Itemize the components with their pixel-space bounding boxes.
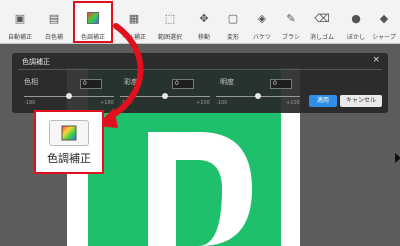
saturation-max-label: +100 — [196, 100, 210, 106]
tool-eraser[interactable]: ⌫ 消しゴム — [304, 3, 340, 42]
color-adjust-panel: 色調補正 × 色相 0 -180 +180 彩度 0 -100 +100 明度 … — [12, 53, 388, 113]
divider — [18, 69, 382, 70]
sharpen-icon: ◆ — [379, 11, 389, 25]
hue-label: 色相 — [24, 78, 38, 86]
close-icon[interactable]: × — [372, 55, 380, 65]
hue-value-field[interactable]: 0 — [80, 79, 102, 89]
tool-level-correct[interactable]: ▦ ベル補正 — [116, 3, 152, 42]
cursor-arrow-icon — [395, 153, 400, 163]
brightness-slider-handle[interactable] — [255, 93, 261, 99]
brightness-label: 明度 — [220, 78, 234, 86]
hue-slider-handle[interactable] — [66, 93, 72, 99]
tool-auto-correct[interactable]: ▣ 自動補正 — [2, 3, 38, 42]
hue-max-label: +180 — [100, 100, 114, 106]
brightness-min-label: -100 — [216, 100, 228, 106]
level-correct-icon: ▦ — [128, 11, 140, 25]
bucket-icon: ◈ — [257, 11, 267, 25]
panel-title: 色調補正 — [22, 58, 50, 66]
brightness-max-label: +100 — [286, 100, 300, 106]
saturation-label: 彩度 — [124, 78, 138, 86]
tool-sharpen[interactable]: ◆ シャープ — [366, 3, 400, 42]
callout-zoom: 色調補正 — [34, 110, 104, 174]
color-adjust-icon — [61, 125, 77, 141]
color-adjust-icon — [86, 11, 100, 25]
canvas-letter-d — [148, 132, 252, 246]
tool-white-balance[interactable]: ▤ 白色補 — [36, 3, 72, 42]
transform-icon: ▢ — [227, 11, 239, 25]
blur-icon: ● — [351, 11, 361, 25]
white-balance-icon: ▤ — [48, 11, 60, 25]
callout-color-adjust-button[interactable] — [49, 120, 89, 146]
brush-icon: ✎ — [286, 11, 296, 25]
tool-select-range[interactable]: ⬚ 範囲選択 — [152, 3, 188, 42]
tool-color-adjust[interactable]: 色調補正 — [73, 1, 113, 43]
toolbar: ▣ 自動補正 ▤ 白色補 色調補正 ▦ ベル補正 ⬚ 範囲選択 ✥ 移動 ▢ 変… — [0, 0, 400, 44]
saturation-value-field[interactable]: 0 — [172, 79, 194, 89]
brightness-value-field[interactable]: 0 — [270, 79, 292, 89]
move-icon: ✥ — [199, 11, 209, 25]
apply-button[interactable]: 適用 — [309, 95, 337, 107]
select-range-icon: ⬚ — [164, 11, 176, 25]
eraser-icon: ⌫ — [314, 11, 330, 25]
saturation-slider-handle[interactable] — [162, 93, 168, 99]
cancel-button[interactable]: キャンセル — [340, 95, 382, 107]
saturation-min-label: -100 — [120, 100, 132, 106]
hue-min-label: -180 — [24, 100, 36, 106]
callout-label: 色調補正 — [47, 152, 91, 165]
auto-correct-icon: ▣ — [14, 11, 26, 25]
